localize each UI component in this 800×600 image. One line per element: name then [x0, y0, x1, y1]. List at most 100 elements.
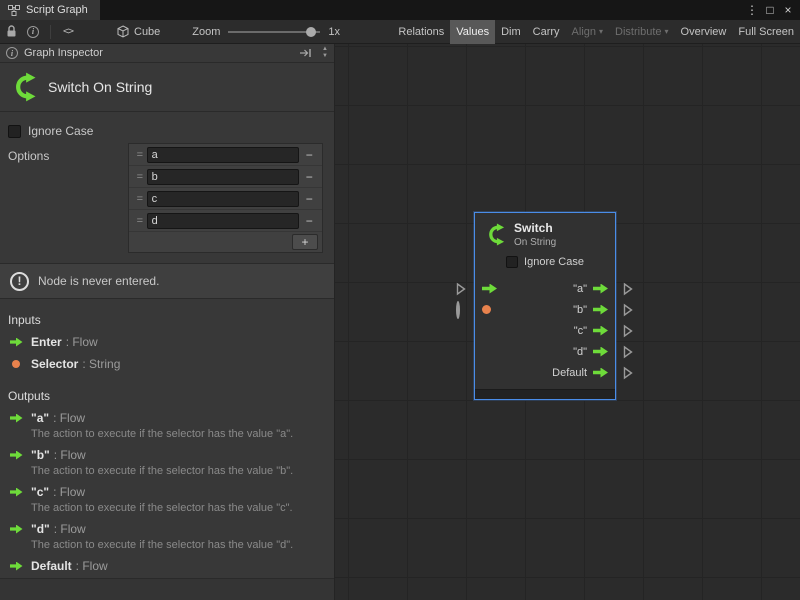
warning-box: ! Node is never entered. — [0, 263, 334, 299]
node-subtitle: On String — [514, 237, 556, 248]
relations-button[interactable]: Relations — [392, 20, 450, 44]
flow-arrow-icon — [8, 338, 24, 347]
ignore-case-checkbox[interactable] — [8, 125, 21, 138]
expand-inspector-icon[interactable] — [299, 48, 312, 58]
port-name: "c" — [31, 485, 49, 499]
flow-output-port-icon[interactable] — [593, 305, 608, 315]
dim-button[interactable]: Dim — [495, 20, 527, 44]
full-screen-button[interactable]: Full Screen — [732, 20, 800, 44]
flow-output-port-icon[interactable] — [593, 347, 608, 357]
warning-text: Node is never entered. — [38, 274, 159, 288]
unit-title-text: Switch On String — [48, 79, 152, 95]
option-field-3[interactable] — [147, 213, 299, 229]
selector-port-icon[interactable] — [482, 305, 491, 314]
add-option-button[interactable]: + — [292, 234, 318, 250]
scroll-up-icon[interactable]: ▲ — [322, 46, 328, 53]
port-description: The action to execute if the selector ha… — [31, 465, 334, 477]
port-label: "c" — [574, 325, 587, 337]
zoom-label: Zoom — [192, 26, 220, 38]
window-menu-icon[interactable]: ⋮ — [744, 2, 760, 18]
option-field-1[interactable] — [147, 169, 299, 185]
unconnected-flow-output-port[interactable] — [623, 366, 633, 379]
options-section: Options = − = − = − = − — [0, 143, 334, 257]
remove-option-button[interactable]: − — [299, 170, 320, 184]
switch-on-string-node[interactable]: Switch On String Ignore Case "a" — [474, 212, 616, 400]
zoom-slider[interactable] — [228, 27, 320, 37]
port-label: "d" — [573, 346, 587, 358]
lock-icon[interactable] — [0, 20, 22, 44]
toolbar-buttons: Relations Values Dim Carry Align ▾ Distr… — [392, 20, 800, 44]
port-type: : Flow — [54, 522, 86, 536]
output-row: "d" : Flow — [8, 522, 334, 536]
script-graph-icon — [8, 5, 20, 16]
window-controls: ⋮ □ × — [744, 0, 800, 20]
info-icon[interactable]: i — [22, 20, 44, 44]
option-field-0[interactable] — [147, 147, 299, 163]
drag-handle-icon[interactable]: = — [133, 171, 147, 183]
flow-output-port-icon[interactable] — [593, 368, 608, 378]
drag-handle-icon[interactable]: = — [133, 215, 147, 227]
ignore-case-checkbox[interactable] — [506, 256, 518, 268]
toolbar-separator — [50, 25, 51, 39]
switch-on-string-icon — [8, 72, 38, 102]
port-row-c: "c" — [475, 320, 615, 341]
remove-option-button[interactable]: − — [299, 214, 320, 228]
flow-output-port-icon[interactable] — [593, 284, 608, 294]
output-row: "c" : Flow — [8, 485, 334, 499]
port-name: "a" — [31, 411, 49, 425]
unconnected-flow-output-port[interactable] — [623, 345, 633, 358]
port-name: "b" — [31, 448, 50, 462]
close-icon[interactable]: × — [780, 2, 796, 18]
unconnected-flow-output-port[interactable] — [623, 303, 633, 316]
carry-button[interactable]: Carry — [527, 20, 566, 44]
remove-option-button[interactable]: − — [299, 192, 320, 206]
output-block-c: "c" : Flow The action to execute if the … — [0, 485, 334, 514]
remove-option-button[interactable]: − — [299, 148, 320, 162]
chevron-down-icon: ▾ — [665, 27, 669, 36]
tab-script-graph[interactable]: Script Graph — [0, 0, 100, 20]
align-button[interactable]: Align ▾ — [566, 20, 609, 44]
drag-handle-icon[interactable]: = — [133, 193, 147, 205]
node-footer — [475, 389, 615, 399]
node-header[interactable]: Switch On String — [475, 213, 615, 252]
window-titlebar: Script Graph ⋮ □ × — [0, 0, 800, 20]
target-selector[interactable]: Cube — [111, 20, 166, 44]
unconnected-flow-output-port[interactable] — [623, 324, 633, 337]
output-row: "a" : Flow — [8, 411, 334, 425]
inspector-scroll-buttons: ▲ ▼ — [318, 46, 332, 60]
output-block-b: "b" : Flow The action to execute if the … — [0, 448, 334, 477]
option-row: = − — [129, 166, 322, 188]
port-row-d: "d" — [475, 341, 615, 362]
port-type: : Flow — [54, 448, 86, 462]
node-ports: "a" "b" — [475, 272, 615, 389]
zoom-slider-handle[interactable] — [306, 27, 316, 37]
port-description: The action to execute if the selector ha… — [31, 502, 334, 514]
unconnected-flow-input-port[interactable] — [456, 282, 466, 295]
ignore-case-label: Ignore Case — [524, 256, 584, 268]
overview-button[interactable]: Overview — [675, 20, 733, 44]
port-type: : Flow — [76, 559, 108, 573]
maximize-icon[interactable]: □ — [762, 2, 778, 18]
string-dot-icon — [8, 360, 24, 368]
node-title: Switch — [514, 221, 556, 235]
drag-handle-icon[interactable]: = — [133, 149, 147, 161]
flow-output-port-icon[interactable] — [593, 326, 608, 336]
scroll-down-icon[interactable]: ▼ — [322, 53, 328, 60]
zoom-value: 1x — [328, 26, 340, 38]
graph-canvas[interactable]: Switch On String Ignore Case "a" — [335, 44, 800, 600]
code-icon[interactable]: <> — [57, 20, 79, 44]
graph-toolbar: i <> Cube Zoom 1x Relations Values Dim C… — [0, 20, 800, 44]
unconnected-string-input-port[interactable] — [456, 303, 460, 317]
ignore-case-row: Ignore Case — [8, 123, 334, 139]
flow-arrow-icon — [8, 451, 24, 460]
cube-icon — [117, 25, 129, 38]
inspector-header: i Graph Inspector ▲ ▼ — [0, 44, 334, 63]
port-name: Default — [31, 559, 72, 573]
values-button[interactable]: Values — [450, 20, 495, 44]
distribute-button[interactable]: Distribute ▾ — [609, 20, 674, 44]
unconnected-flow-output-port[interactable] — [623, 282, 633, 295]
port-row-default: Default — [475, 362, 615, 383]
node-ignore-case-row: Ignore Case — [475, 252, 615, 272]
enter-port-icon[interactable] — [482, 284, 497, 294]
option-field-2[interactable] — [147, 191, 299, 207]
